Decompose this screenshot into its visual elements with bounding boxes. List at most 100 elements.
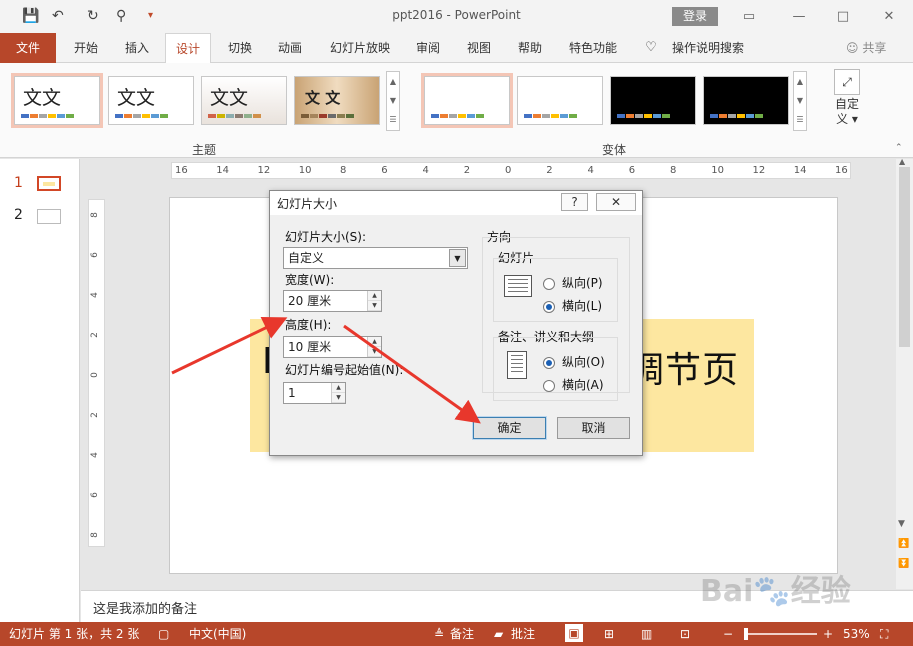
start-number-field[interactable]: 1 ▲ ▼ — [283, 382, 346, 404]
variant-3[interactable] — [610, 76, 696, 125]
variant-1[interactable] — [421, 73, 513, 128]
slides-landscape-label[interactable]: 横向(L) — [562, 299, 602, 314]
tab-design[interactable]: 设计 — [165, 33, 211, 64]
scroll-down-icon[interactable]: ▼ — [898, 519, 905, 529]
ruler-tick-label: 0 — [89, 372, 100, 378]
zoom-slider[interactable] — [745, 633, 817, 635]
tab-review[interactable]: 审阅 — [406, 33, 450, 63]
dialog-close-button[interactable]: ✕ — [596, 193, 636, 211]
editor-scrollbar[interactable]: ▲ ▼ ⏫ ⏬ — [896, 157, 913, 589]
ruler-tick-label: 8 — [89, 212, 100, 218]
tab-special[interactable]: 特色功能 — [560, 33, 626, 63]
maximize-icon[interactable]: □ — [829, 6, 857, 28]
landscape-page-icon — [504, 275, 532, 297]
normal-view-icon[interactable]: ▣ — [565, 624, 583, 642]
scroll-thumb[interactable] — [899, 167, 910, 347]
portrait-page-icon — [507, 351, 527, 379]
tab-help[interactable]: 帮助 — [508, 33, 552, 63]
minimize-icon[interactable]: — — [785, 6, 813, 28]
height-label: 高度(H): — [285, 318, 332, 332]
theme-sample-text: 文文 — [117, 87, 156, 109]
theme-sample-text: 文 文 — [305, 89, 341, 107]
notes-landscape-radio[interactable] — [543, 380, 555, 392]
thumbnail-number: 1 — [14, 175, 23, 191]
tab-view[interactable]: 视图 — [457, 33, 501, 63]
ruler-tick-label: 12 — [257, 165, 271, 176]
tab-home[interactable]: 开始 — [64, 33, 108, 63]
slide-size-icon: ⤢ — [834, 69, 860, 95]
slideshow-icon[interactable]: ⊡ — [680, 626, 690, 642]
variant-4[interactable] — [703, 76, 789, 125]
help-button[interactable]: ? — [561, 193, 588, 211]
start-number-spinner[interactable]: ▲ ▼ — [331, 383, 345, 403]
zoom-out-icon[interactable]: − — [723, 626, 733, 642]
ruler-tick-label: 8 — [670, 165, 677, 176]
slides-portrait-label[interactable]: 纵向(P) — [562, 276, 603, 291]
chevron-down-icon: ▾ — [848, 112, 858, 126]
ribbon-display-icon[interactable]: ▭ — [735, 6, 763, 28]
ruler-tick-label: 2 — [463, 165, 471, 176]
share-label: 共享 — [862, 41, 887, 55]
ok-button[interactable]: 确定 — [472, 416, 547, 440]
chevron-down-icon[interactable]: ▼ — [449, 249, 466, 267]
vertical-ruler: 8 6 4 2 0 2 4 6 8 — [88, 199, 105, 547]
notes-portrait-label[interactable]: 纵向(O) — [562, 355, 605, 370]
ruler-tick-label: 8 — [89, 532, 100, 538]
title-bar: 💾 ↶ ↻ ⚲ ▾ ppt2016 - PowerPoint 登录 ▭ — □ … — [0, 0, 913, 33]
customize-button[interactable]: ⤢ 自定义 ▾ — [832, 69, 862, 127]
ruler-tick-label: 10 — [711, 165, 724, 176]
close-icon[interactable]: ✕ — [875, 6, 903, 28]
thumbnail-slide-2[interactable] — [37, 209, 61, 224]
variant-2[interactable] — [517, 76, 603, 125]
ruler-tick-label: 6 — [89, 492, 100, 498]
ruler-tick-label: 14 — [216, 165, 229, 176]
height-spinner[interactable]: ▲ ▼ — [367, 337, 381, 357]
tell-me-search[interactable]: 操作说明搜索 — [664, 33, 752, 63]
width-value: 20 厘米 — [288, 294, 332, 308]
language-status[interactable]: 中文(中国) — [189, 626, 246, 642]
spellcheck-icon[interactable]: ▢ — [158, 626, 169, 642]
variants-gallery-scroll[interactable]: ▲ ▼ ☰ — [793, 71, 807, 131]
reading-view-icon[interactable]: ▥ — [641, 626, 652, 642]
next-slide-icon[interactable]: ⏬ — [898, 559, 909, 569]
notes-button[interactable]: 备注 — [450, 626, 474, 642]
window-title: ppt2016 - PowerPoint — [392, 8, 521, 22]
zoom-level[interactable]: 53% — [843, 626, 870, 642]
ruler-tick-label: 10 — [298, 165, 312, 176]
theme-office[interactable]: 文文 — [11, 73, 103, 128]
slides-landscape-radio[interactable] — [543, 301, 555, 313]
tab-slideshow[interactable]: 幻灯片放映 — [320, 33, 400, 63]
zoom-slider-knob[interactable] — [744, 628, 748, 640]
slide-size-select[interactable]: 自定义 ▼ — [283, 247, 468, 269]
width-field[interactable]: 20 厘米 ▲ ▼ — [283, 290, 382, 312]
tab-insert[interactable]: 插入 — [115, 33, 159, 63]
notes-portrait-radio[interactable] — [543, 357, 555, 369]
fit-to-window-icon[interactable]: ⛶ — [880, 626, 888, 642]
cancel-button[interactable]: 取消 — [557, 417, 630, 439]
tab-animations[interactable]: 动画 — [268, 33, 312, 63]
share-button[interactable]: ☺ 共享 — [846, 33, 886, 63]
prev-slide-icon[interactable]: ⏫ — [898, 539, 909, 549]
comments-button[interactable]: 批注 — [511, 626, 535, 642]
tab-file[interactable]: 文件 — [0, 33, 56, 63]
height-field[interactable]: 10 厘米 ▲ ▼ — [283, 336, 382, 358]
slides-portrait-radio[interactable] — [543, 278, 555, 290]
slide-sorter-icon[interactable]: ⊞ — [604, 626, 614, 642]
zoom-in-icon[interactable]: + — [823, 626, 833, 642]
theme-facet[interactable]: 文文 — [201, 76, 287, 125]
thumbnail-slide-1[interactable] — [37, 176, 61, 191]
theme-office-2[interactable]: 文文 — [108, 76, 194, 125]
ruler-tick-label: 16 — [175, 165, 188, 176]
notes-text[interactable]: 这是我添加的备注 — [93, 598, 197, 617]
width-spinner[interactable]: ▲ ▼ — [367, 291, 381, 311]
tab-transitions[interactable]: 切换 — [218, 33, 262, 63]
collapse-ribbon-icon[interactable]: ⌃ — [895, 143, 903, 153]
theme-wood[interactable]: 文 文 — [294, 76, 380, 125]
slide-size-dialog: 幻灯片大小 ? ✕ 幻灯片大小(S): 自定义 ▼ 宽度(W): 20 厘米 ▲… — [269, 190, 643, 456]
horizontal-ruler: 16 14 12 10 8 6 4 2 0 2 4 6 8 10 12 14 16 — [171, 162, 851, 179]
themes-gallery-scroll[interactable]: ▲ ▼ ☰ — [386, 71, 400, 131]
notes-landscape-label[interactable]: 横向(A) — [562, 378, 604, 393]
login-button[interactable]: 登录 — [672, 7, 718, 26]
person-icon: ☺ — [846, 41, 863, 55]
slide-size-value: 自定义 — [288, 251, 325, 265]
